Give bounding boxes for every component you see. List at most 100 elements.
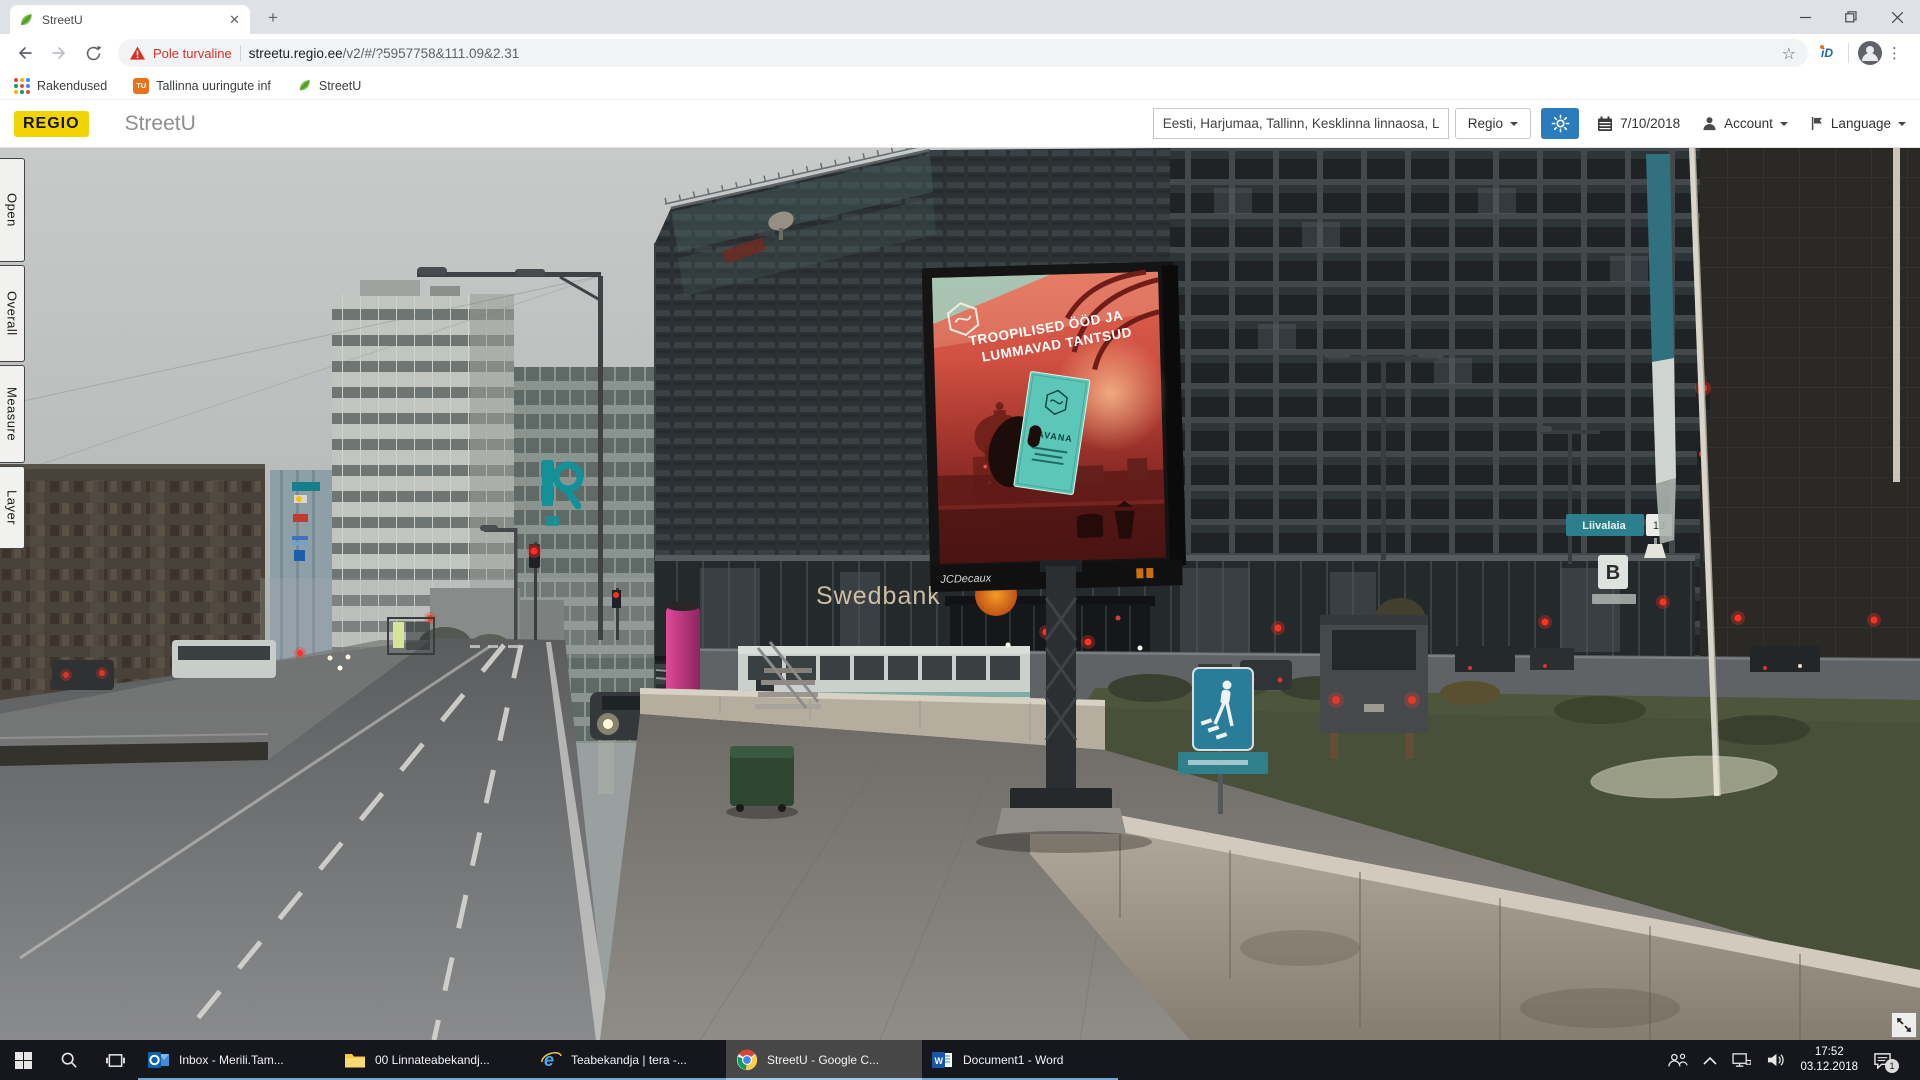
profile-avatar[interactable] bbox=[1857, 40, 1883, 66]
language-label: Language bbox=[1831, 116, 1891, 131]
url-domain: streetu.regio.ee bbox=[249, 46, 343, 61]
start-button[interactable] bbox=[0, 1040, 46, 1080]
sun-icon bbox=[1551, 114, 1570, 133]
bookmark-streetu[interactable]: StreetU bbox=[297, 78, 361, 93]
tab-label: Open bbox=[5, 193, 20, 227]
regio-logo: REGIO bbox=[14, 111, 89, 137]
account-label: Account bbox=[1724, 116, 1773, 131]
date-value: 7/10/2018 bbox=[1620, 116, 1680, 131]
action-center-button[interactable]: 1 bbox=[1873, 1052, 1892, 1069]
task-view-button[interactable] bbox=[92, 1040, 138, 1080]
bookmarks-bar: Rakendused TU Tallinna uuringute inf Str… bbox=[0, 72, 1920, 100]
taskbar-search-button[interactable] bbox=[46, 1040, 92, 1080]
tab-close-icon[interactable]: ✕ bbox=[227, 12, 242, 28]
search-icon bbox=[60, 1051, 78, 1069]
tab-title: StreetU bbox=[42, 13, 219, 27]
date-picker[interactable]: 7/10/2018 bbox=[1597, 116, 1680, 132]
bookmark-label: StreetU bbox=[319, 79, 361, 93]
windows-logo-icon bbox=[15, 1052, 32, 1069]
fullscreen-arrows-icon bbox=[1896, 1017, 1912, 1033]
parking-zone-sign: B bbox=[1606, 562, 1620, 584]
reload-button[interactable] bbox=[79, 39, 107, 67]
tu-favicon: TU bbox=[133, 78, 149, 94]
id-card-extension-icon[interactable]: iD bbox=[1814, 42, 1840, 64]
taskbar-chrome[interactable]: StreetU - Google C... bbox=[726, 1040, 922, 1080]
security-warning-icon bbox=[130, 46, 145, 60]
notification-badge: 1 bbox=[1885, 1059, 1899, 1073]
restore-button[interactable] bbox=[1828, 0, 1874, 34]
back-button[interactable] bbox=[11, 39, 39, 67]
clock-time: 17:52 bbox=[1800, 1045, 1858, 1060]
url-text: streetu.regio.ee/v2/#/?5957758&111.09&2.… bbox=[249, 46, 519, 61]
tab-layer[interactable]: Layer bbox=[0, 466, 25, 549]
toolbar-separator bbox=[1848, 43, 1849, 63]
tab-open[interactable]: Open bbox=[0, 158, 25, 262]
task-view-icon bbox=[106, 1052, 125, 1069]
account-dropdown[interactable]: Account bbox=[1702, 116, 1788, 131]
tab-label: Measure bbox=[5, 387, 20, 441]
tab-label: Overall bbox=[5, 291, 20, 336]
hidden-icons-chevron-icon[interactable] bbox=[1703, 1056, 1717, 1065]
street-view-canvas[interactable]: Swedbank bbox=[0, 148, 1920, 1040]
tool-tabs: Open Overall Measure Layer bbox=[0, 158, 25, 549]
flag-icon bbox=[1810, 116, 1824, 131]
security-warning-label: Pole turvaline bbox=[153, 46, 232, 61]
tab-overall[interactable]: Overall bbox=[0, 265, 25, 362]
apps-grid-icon bbox=[14, 78, 30, 94]
volume-icon[interactable] bbox=[1766, 1052, 1785, 1068]
browser-menu-icon[interactable]: ⋮ bbox=[1883, 44, 1912, 62]
location-search-input[interactable] bbox=[1153, 108, 1449, 139]
chevron-down-icon bbox=[1510, 122, 1518, 126]
jcdecaux-label: JCDecaux bbox=[939, 572, 992, 585]
streetu-header: REGIO StreetU Regio bbox=[0, 100, 1920, 148]
svg-text:W: W bbox=[935, 1056, 944, 1066]
language-dropdown[interactable]: Language bbox=[1810, 116, 1906, 131]
minimize-button[interactable] bbox=[1782, 0, 1828, 34]
fullscreen-button[interactable] bbox=[1891, 1012, 1917, 1038]
chevron-down-icon bbox=[1780, 122, 1788, 126]
calendar-icon bbox=[1597, 116, 1613, 132]
tab-label: Layer bbox=[5, 490, 20, 525]
url-path: /v2/#/?5957758&111.09&2.31 bbox=[343, 46, 520, 61]
taskbar-outlook[interactable]: Inbox - Merili.Tam... bbox=[138, 1040, 334, 1080]
network-icon[interactable] bbox=[1732, 1052, 1751, 1068]
digital-billboard: TROOPILISED ÖÖD JA LUMMAVAD TANTSUD HAVA… bbox=[922, 261, 1187, 592]
system-tray: 17:52 03.12.2018 1 bbox=[1668, 1040, 1920, 1080]
bookmark-apps[interactable]: Rakendused bbox=[14, 78, 107, 94]
taskbar-label: Inbox - Merili.Tam... bbox=[179, 1053, 284, 1067]
browser-tab-strip: StreetU ✕ + bbox=[0, 0, 1920, 34]
taskbar-ie[interactable]: e Teabekandja | tera -... bbox=[530, 1040, 726, 1080]
brightness-button[interactable] bbox=[1541, 108, 1579, 139]
map-provider-dropdown[interactable]: Regio bbox=[1455, 108, 1531, 139]
tab-measure[interactable]: Measure bbox=[0, 365, 25, 463]
swedbank-logo-text: Swedbank bbox=[816, 582, 941, 610]
taskbar-clock[interactable]: 17:52 03.12.2018 bbox=[1800, 1045, 1858, 1075]
streetu-favicon-leaf-icon bbox=[18, 12, 34, 28]
new-tab-button[interactable]: + bbox=[260, 5, 286, 31]
taskbar-folder[interactable]: 00 Linnateabekandj... bbox=[334, 1040, 530, 1080]
bookmark-tallinna-uuringute[interactable]: TU Tallinna uuringute inf bbox=[133, 78, 271, 94]
word-icon: W bbox=[932, 1049, 954, 1071]
taskbar-label: 00 Linnateabekandj... bbox=[375, 1053, 490, 1067]
address-bar[interactable]: Pole turvaline streetu.regio.ee/v2/#/?59… bbox=[118, 39, 1808, 67]
bookmark-star-icon[interactable]: ☆ bbox=[1782, 44, 1796, 63]
bookmark-label: Rakendused bbox=[37, 79, 107, 93]
advertising-column bbox=[666, 606, 700, 700]
taskbar-label: Teabekandja | tera -... bbox=[571, 1053, 687, 1067]
leaf-icon bbox=[297, 78, 312, 93]
taskbar-label: StreetU - Google C... bbox=[767, 1053, 879, 1067]
browser-tab[interactable]: StreetU ✕ bbox=[10, 5, 250, 34]
people-icon[interactable] bbox=[1668, 1052, 1688, 1068]
internet-explorer-icon: e bbox=[540, 1049, 562, 1071]
map-provider-label: Regio bbox=[1468, 116, 1503, 131]
forward-button[interactable] bbox=[45, 39, 73, 67]
desktop: StreetU ✕ + bbox=[0, 0, 1920, 1080]
street-name-sign: Liivalaia bbox=[1582, 520, 1626, 532]
dumpster bbox=[726, 746, 798, 819]
clock-date: 03.12.2018 bbox=[1800, 1060, 1858, 1075]
road bbox=[0, 638, 612, 1040]
street-view-main: Swedbank bbox=[0, 148, 1920, 1040]
window-controls bbox=[1782, 0, 1920, 34]
close-button[interactable] bbox=[1874, 0, 1920, 34]
taskbar-word[interactable]: W Document1 - Word bbox=[922, 1040, 1118, 1080]
